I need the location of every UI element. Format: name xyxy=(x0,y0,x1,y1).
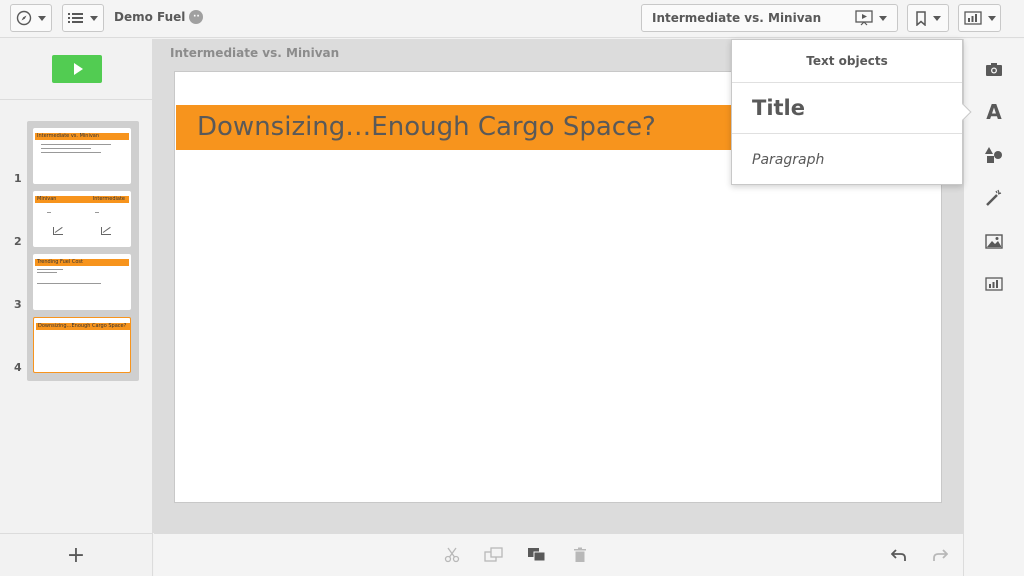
shapes-icon[interactable] xyxy=(983,144,1005,166)
slide-thumbnail-4[interactable]: Downsizing…Enough Cargo Space? xyxy=(33,317,131,373)
bottom-toolbar xyxy=(154,533,963,576)
thumbnail-text-line xyxy=(95,212,99,213)
slide-thumbnail-3[interactable]: Trending Fuel Cost xyxy=(33,254,131,310)
slide-number: 4 xyxy=(14,361,22,374)
effects-wand-icon[interactable] xyxy=(983,187,1005,209)
slide-thumbnail-title-2: Intermediate xyxy=(92,196,125,202)
compass-icon xyxy=(16,10,32,26)
slide-number: 1 xyxy=(14,172,22,185)
thumbnail-text-line xyxy=(41,144,111,145)
trash-icon[interactable] xyxy=(570,546,590,564)
bookmark-icon xyxy=(916,10,926,26)
play-icon xyxy=(73,63,83,75)
play-story-button[interactable] xyxy=(52,55,102,83)
top-toolbar: Demo Fuel ·· Intermediate vs. Minivan xyxy=(0,0,1024,38)
slide-title-object[interactable]: Downsizing…Enough Cargo Space? xyxy=(176,105,756,150)
text-objects-icon[interactable]: A xyxy=(983,100,1005,124)
chevron-down-icon xyxy=(987,15,996,21)
bring-forward-icon[interactable] xyxy=(484,546,504,564)
sheets-button[interactable] xyxy=(958,4,1001,32)
slide-thumbnail-title-bar: Minivan Intermediate xyxy=(35,196,129,203)
add-slide-button[interactable]: + xyxy=(0,533,153,576)
thumbnail-text-line xyxy=(41,152,101,153)
popover-header: Text objects xyxy=(732,40,962,83)
story-selector-label: Intermediate vs. Minivan xyxy=(652,11,822,25)
thumbnail-text-line xyxy=(47,212,51,213)
line-chart-icon xyxy=(101,227,111,235)
chevron-down-icon xyxy=(879,15,887,21)
slide-thumbnail-title: Downsizing…Enough Cargo Space? xyxy=(36,323,130,330)
chevron-down-icon xyxy=(90,15,98,21)
thumbnail-text-line xyxy=(37,283,101,284)
sheet-chart-icon xyxy=(963,11,982,25)
sheet-label: Intermediate vs. Minivan xyxy=(170,46,340,60)
story-selector[interactable]: Intermediate vs. Minivan xyxy=(641,4,898,32)
sheet-library-icon[interactable] xyxy=(983,273,1005,295)
plus-icon: + xyxy=(66,542,86,568)
scissors-icon[interactable] xyxy=(442,546,462,564)
camera-icon[interactable] xyxy=(983,58,1005,80)
navigation-menu-button[interactable] xyxy=(10,4,52,32)
slide-thumbnails: Intermediate vs. Minivan Minivan Interme… xyxy=(27,121,139,381)
text-objects-popover: Text objects Title Paragraph xyxy=(731,39,963,185)
slide-thumbnail-title: Trending Fuel Cost xyxy=(35,259,129,266)
cloud-icon: ·· xyxy=(189,10,204,24)
thumbnail-text-line xyxy=(37,269,63,270)
chevron-down-icon xyxy=(933,15,941,21)
paragraph-text-object[interactable]: Paragraph xyxy=(732,135,962,185)
slide-thumbnail-2[interactable]: Minivan Intermediate xyxy=(33,191,131,247)
global-menu-button[interactable] xyxy=(62,4,104,32)
thumbnail-text-line xyxy=(41,148,91,149)
send-backward-icon[interactable] xyxy=(527,546,547,564)
presentation-icon xyxy=(855,10,873,26)
undo-icon[interactable] xyxy=(889,546,909,564)
story-tools-panel: A xyxy=(963,39,1024,576)
title-text-object[interactable]: Title xyxy=(732,83,962,134)
slide-thumbnail-title: Intermediate vs. Minivan xyxy=(35,133,129,140)
app-title: Demo Fuel ·· xyxy=(114,10,204,24)
list-icon xyxy=(68,13,83,23)
image-icon[interactable] xyxy=(983,230,1005,252)
slide-number: 3 xyxy=(14,298,22,311)
slide-thumbnail-1[interactable]: Intermediate vs. Minivan xyxy=(33,128,131,184)
slide-thumbnail-title: Minivan xyxy=(37,196,57,202)
thumbnail-text-line xyxy=(37,272,57,273)
line-chart-icon xyxy=(53,227,63,235)
bookmarks-button[interactable] xyxy=(907,4,949,32)
app-name-label: Demo Fuel xyxy=(114,10,186,24)
chevron-down-icon xyxy=(38,15,46,21)
divider xyxy=(0,99,153,100)
redo-icon[interactable] xyxy=(930,546,950,564)
slide-number: 2 xyxy=(14,235,22,248)
slides-panel: Intermediate vs. Minivan Minivan Interme… xyxy=(0,39,153,533)
